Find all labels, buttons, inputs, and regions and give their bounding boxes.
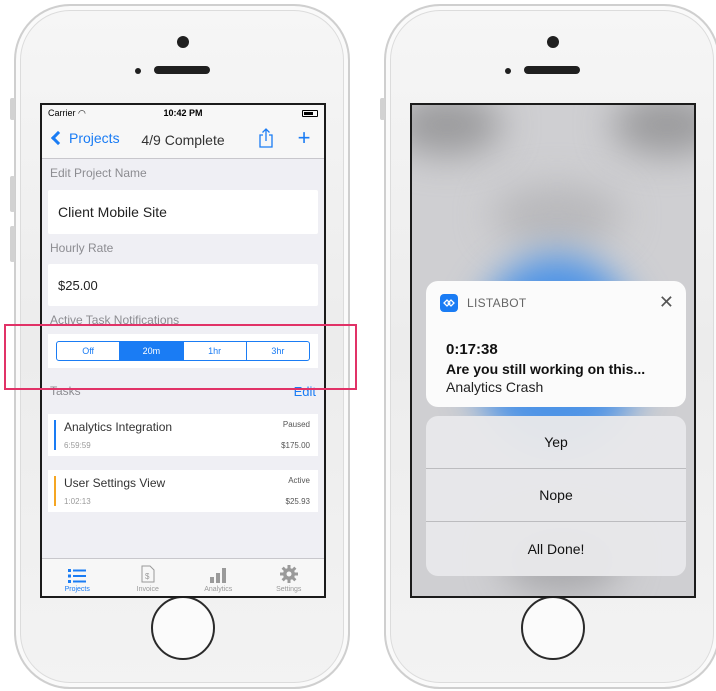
task-status: Active <box>288 476 310 485</box>
tab-settings[interactable]: Settings <box>254 559 325 596</box>
status-bar: Carrier ◠ 10:42 PM <box>42 105 324 121</box>
tab-label: Analytics <box>204 586 233 593</box>
task-name: Analytics Integration <box>64 420 173 434</box>
listabot-app-icon <box>440 294 458 312</box>
tab-label: Invoice <box>136 586 159 593</box>
proximity-sensor <box>505 68 511 74</box>
task-name: User Settings View <box>64 476 166 490</box>
task-status: Paused <box>282 420 310 429</box>
home-button[interactable] <box>151 596 215 660</box>
yep-button[interactable]: Yep <box>426 416 686 469</box>
tab-label: Projects <box>64 586 90 593</box>
notification-actions: Yep Nope All Done! <box>426 416 686 576</box>
share-icon[interactable] <box>258 128 274 148</box>
highlight-box <box>4 324 357 390</box>
tab-bar: Projects $ Invoice Analytics Settings <box>42 558 324 596</box>
front-camera <box>177 36 189 48</box>
volume-up-button <box>10 176 15 212</box>
hourly-rate-value: $25.00 <box>58 277 98 293</box>
blurred-background <box>612 105 694 155</box>
nope-button[interactable]: Nope <box>426 469 686 522</box>
notification-message: Are you still working on this... <box>446 361 646 377</box>
task-row[interactable]: User Settings View 1:02:13 Active $25.93 <box>48 470 318 512</box>
gear-icon <box>279 565 298 583</box>
task-duration: 6:59:59 <box>64 441 91 450</box>
tab-projects[interactable]: Projects <box>42 559 113 596</box>
mute-switch <box>380 98 385 120</box>
earpiece-speaker <box>524 66 580 74</box>
task-row[interactable]: Analytics Integration 6:59:59 Paused $17… <box>48 414 318 456</box>
add-icon[interactable]: + <box>294 125 314 151</box>
list-icon <box>68 569 87 583</box>
task-amount: $175.00 <box>281 441 310 450</box>
svg-text:$: $ <box>145 572 150 581</box>
battery-icon <box>302 109 318 117</box>
bar-chart-icon <box>210 568 227 583</box>
project-name-field[interactable]: Client Mobile Site <box>48 190 318 234</box>
navigation-bar: Projects 4/9 Complete + <box>42 121 324 159</box>
hourly-rate-label: Hourly Rate <box>50 241 114 255</box>
all-done-button[interactable]: All Done! <box>426 522 686 575</box>
earpiece-speaker <box>154 66 210 74</box>
volume-down-button <box>10 226 15 262</box>
task-duration: 1:02:13 <box>64 497 91 506</box>
tab-invoice[interactable]: $ Invoice <box>113 559 184 596</box>
home-button[interactable] <box>521 596 585 660</box>
notification-timer: 0:17:38 <box>446 341 498 358</box>
blurred-background <box>412 105 502 155</box>
task-status-bar <box>54 420 56 450</box>
edit-name-label: Edit Project Name <box>50 166 147 180</box>
proximity-sensor <box>135 68 141 74</box>
notification-card[interactable]: LISTABOT ✕ 0:17:38 Are you still working… <box>426 281 686 407</box>
close-icon[interactable]: ✕ <box>659 293 674 311</box>
notification-app-name: LISTABOT <box>467 296 527 310</box>
tab-label: Settings <box>276 586 302 593</box>
notification-header: LISTABOT <box>440 294 527 312</box>
page-title: 4/9 Complete <box>141 132 225 148</box>
project-name-value: Client Mobile Site <box>58 204 167 220</box>
mute-switch <box>10 98 15 120</box>
status-time: 10:42 PM <box>163 108 203 118</box>
invoice-icon: $ <box>141 565 155 583</box>
hourly-rate-field[interactable]: $25.00 <box>48 264 318 306</box>
tab-analytics[interactable]: Analytics <box>183 559 254 596</box>
task-status-bar <box>54 476 56 506</box>
blurred-background <box>492 185 622 245</box>
task-amount: $25.93 <box>285 497 310 506</box>
notification-task-name: Analytics Crash <box>446 379 544 395</box>
front-camera <box>547 36 559 48</box>
